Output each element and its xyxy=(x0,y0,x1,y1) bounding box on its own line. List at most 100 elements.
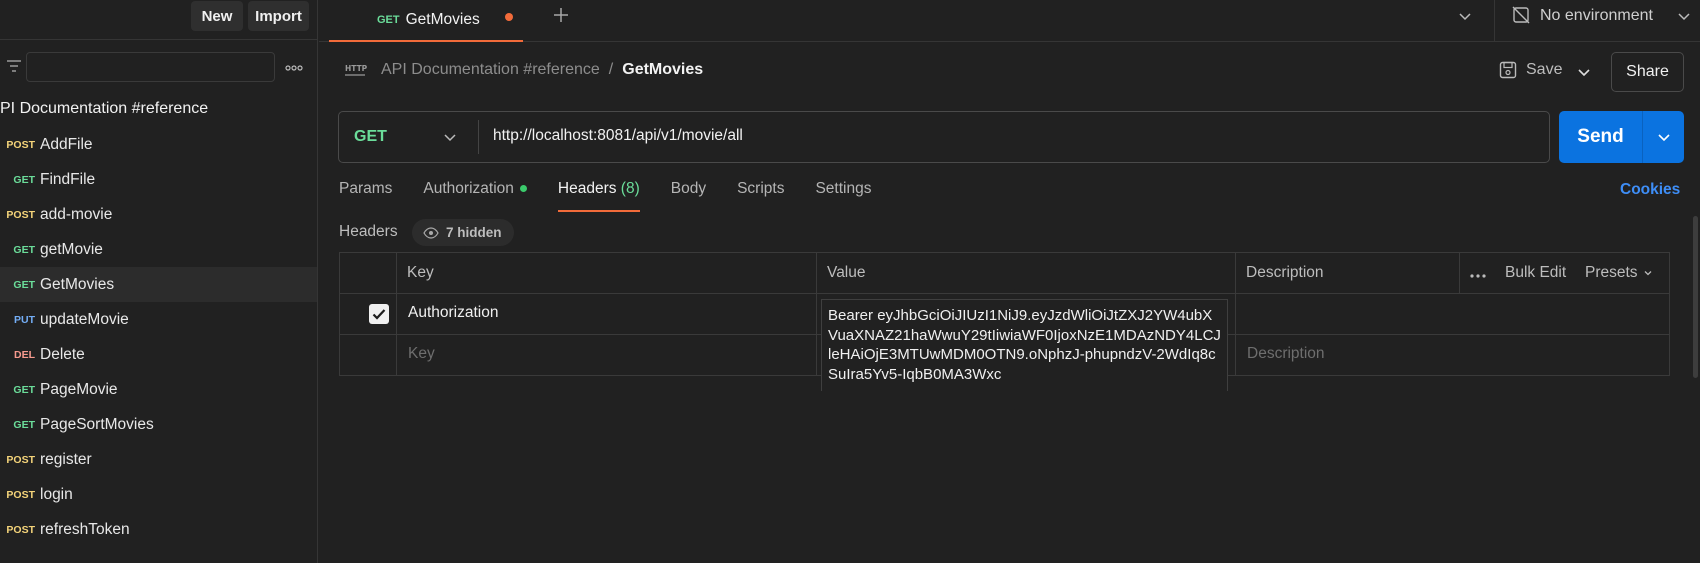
svg-text:HTTP: HTTP xyxy=(345,64,367,73)
request-tabs: Params Authorization Headers (8) Body Sc… xyxy=(339,180,902,212)
tab-getmovies[interactable]: GET GetMovies xyxy=(329,0,523,42)
save-icon xyxy=(1498,60,1518,80)
column-divider xyxy=(1235,253,1236,375)
checkmark-icon xyxy=(372,309,386,320)
tab-params[interactable]: Params xyxy=(339,180,392,212)
column-divider xyxy=(816,253,817,375)
list-item[interactable]: POST AddFile xyxy=(0,127,317,162)
request-name: AddFile xyxy=(40,135,93,153)
http-icon: HTTP xyxy=(343,61,367,79)
send-button[interactable]: Send xyxy=(1559,111,1684,163)
method-badge: GET xyxy=(13,278,35,291)
presets-dropdown[interactable]: Presets xyxy=(1585,264,1653,282)
breadcrumb-separator: / xyxy=(608,61,614,78)
tab-authorization[interactable]: Authorization xyxy=(423,180,527,212)
header-value-editor[interactable]: Bearer eyJhbGciOiJIUzI1NiJ9.eyJzdWliOiJt… xyxy=(821,299,1228,391)
tab-headers[interactable]: Headers (8) xyxy=(557,180,640,212)
method-badge: POST xyxy=(6,138,35,151)
new-key-input[interactable]: Key xyxy=(408,345,435,363)
tab-label: GetMovies xyxy=(405,11,480,28)
request-name: register xyxy=(40,450,92,468)
tab-method-badge: GET xyxy=(377,14,400,26)
save-button[interactable]: Save xyxy=(1498,60,1562,80)
collection-title[interactable]: PI Documentation #reference xyxy=(0,100,208,118)
divider xyxy=(1642,111,1643,163)
breadcrumb: HTTP API Documentation #reference / GetM… xyxy=(343,61,703,79)
import-button[interactable]: Import xyxy=(248,1,309,31)
list-item[interactable]: POST refreshToken xyxy=(0,512,317,547)
page-title[interactable]: GetMovies xyxy=(622,61,703,79)
headers-section-label: Headers xyxy=(339,223,398,240)
method-badge: POST xyxy=(6,453,35,466)
list-item[interactable]: GET getMovie xyxy=(0,232,317,267)
method-select[interactable]: GET xyxy=(339,112,479,162)
request-name: PageSortMovies xyxy=(40,415,154,433)
method-chevron-icon[interactable] xyxy=(443,130,457,144)
save-options-chevron-icon[interactable] xyxy=(1576,64,1592,80)
sidebar: New Import PI Documentation #reference P… xyxy=(0,0,318,563)
scrollbar[interactable] xyxy=(1693,216,1698,378)
more-options-icon[interactable] xyxy=(1470,274,1486,278)
url-bar: GET http://localhost:8081/api/v1/movie/a… xyxy=(338,111,1550,163)
chevron-down-icon xyxy=(1644,271,1652,276)
filter-icon[interactable] xyxy=(6,58,22,74)
request-name: PageMovie xyxy=(40,380,118,398)
column-divider xyxy=(1459,253,1460,293)
column-header-value: Value xyxy=(827,264,866,281)
row-divider xyxy=(340,293,1669,294)
new-tab-plus-icon[interactable] xyxy=(552,6,570,24)
tab-authorization-label: Authorization xyxy=(423,180,514,197)
list-item-active[interactable]: GET GetMovies xyxy=(0,267,317,302)
method-badge: POST xyxy=(6,523,35,536)
send-label: Send xyxy=(1577,126,1624,147)
method-badge: DEL xyxy=(14,348,35,361)
eye-icon xyxy=(423,226,439,239)
method-badge: GET xyxy=(13,243,35,256)
breadcrumb-parent[interactable]: API Documentation #reference xyxy=(381,61,600,79)
tab-bar: GET GetMovies No environment xyxy=(319,0,1700,42)
unsaved-dot-icon xyxy=(505,13,513,21)
request-name: Delete xyxy=(40,345,85,363)
list-item[interactable]: GET PageMovie xyxy=(0,372,317,407)
sidebar-filter xyxy=(0,52,317,82)
column-divider xyxy=(396,253,397,375)
list-item[interactable]: POST add-movie xyxy=(0,197,317,232)
list-item[interactable]: GET PageSortMovies xyxy=(0,407,317,442)
more-options-icon[interactable] xyxy=(285,65,303,71)
new-button[interactable]: New xyxy=(191,1,243,31)
divider xyxy=(478,120,479,154)
list-item[interactable]: POST login xyxy=(0,477,317,512)
tab-settings[interactable]: Settings xyxy=(815,180,871,212)
cookies-link[interactable]: Cookies xyxy=(1620,181,1680,199)
method-value: GET xyxy=(354,128,387,145)
list-item[interactable]: DEL Delete xyxy=(0,337,317,372)
header-key-cell[interactable]: Authorization xyxy=(408,304,498,322)
search-input[interactable] xyxy=(26,52,275,82)
method-badge: POST xyxy=(6,488,35,501)
list-item[interactable]: PUT updateMovie xyxy=(0,302,317,337)
hidden-headers-toggle[interactable]: 7 hidden xyxy=(412,219,514,246)
header-enabled-checkbox[interactable] xyxy=(369,304,389,324)
tabs-dropdown-chevron-icon[interactable] xyxy=(1458,9,1472,23)
list-item[interactable]: POST register xyxy=(0,442,317,477)
status-dot-icon xyxy=(519,185,527,193)
request-name: refreshToken xyxy=(40,520,130,538)
method-badge: GET xyxy=(13,418,35,431)
new-description-input[interactable]: Description xyxy=(1247,345,1325,363)
send-options-chevron-icon[interactable] xyxy=(1656,129,1672,145)
tab-body[interactable]: Body xyxy=(671,180,706,212)
url-input[interactable]: http://localhost:8081/api/v1/movie/all xyxy=(493,127,743,145)
request-name: updateMovie xyxy=(40,310,129,328)
sidebar-toolbar: New Import xyxy=(0,0,317,40)
request-name: GetMovies xyxy=(40,275,115,293)
environment-selector[interactable]: No environment xyxy=(1540,7,1653,25)
list-item[interactable]: GET FindFile xyxy=(0,162,317,197)
request-name: add-movie xyxy=(40,205,113,223)
share-button[interactable]: Share xyxy=(1611,52,1684,92)
tab-scripts[interactable]: Scripts xyxy=(737,180,784,212)
environment-chevron-icon[interactable] xyxy=(1677,9,1691,23)
method-badge: GET xyxy=(13,173,35,186)
request-name: login xyxy=(40,485,73,503)
method-badge: PUT xyxy=(14,313,35,326)
bulk-edit-button[interactable]: Bulk Edit xyxy=(1505,264,1566,282)
